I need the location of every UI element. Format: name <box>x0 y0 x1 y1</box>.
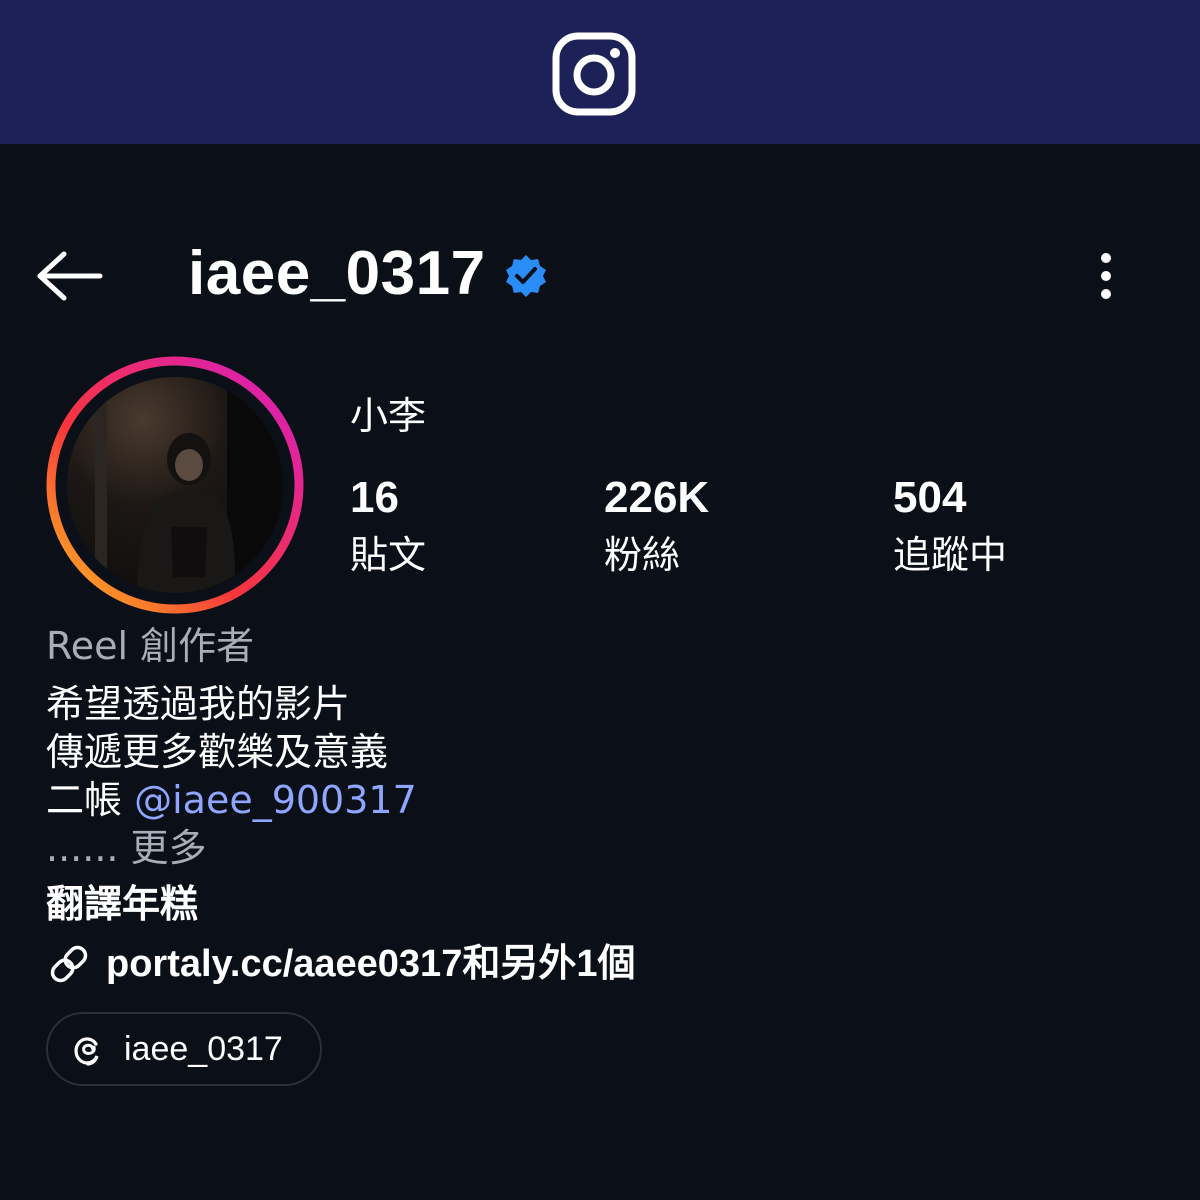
stat-following[interactable]: 504 追蹤中 <box>893 470 1007 584</box>
vertical-dots-icon[interactable] <box>1090 250 1122 302</box>
stat-label: 粉絲 <box>604 533 681 577</box>
display-name: 小李 <box>350 394 427 438</box>
instagram-icon[interactable] <box>552 32 636 116</box>
threads-handle: iaee_0317 <box>124 1030 283 1068</box>
brand-bar <box>0 0 1200 144</box>
stat-label: 追蹤中 <box>893 533 1008 577</box>
avatar[interactable] <box>67 377 283 593</box>
bio-line: 希望透過我的影片 <box>46 682 351 726</box>
threads-profile-button[interactable]: iaee_0317 <box>46 1012 322 1086</box>
stat-value: 504 <box>893 473 967 522</box>
bio-line: 傳遞更多歡樂及意義 <box>46 730 389 774</box>
stat-value: 16 <box>350 473 399 522</box>
stat-label: 貼文 <box>350 533 427 577</box>
profile-photo <box>67 377 283 593</box>
stat-posts[interactable]: 16 貼文 <box>350 470 426 584</box>
stat-value: 226K <box>604 473 710 522</box>
profile-username: iaee_0317 <box>188 239 486 308</box>
translate-bio-link[interactable]: 翻譯年糕 <box>46 878 198 930</box>
profile-bio: 希望透過我的影片 傳遞更多歡樂及意義 二帳 @iaee_900317 .....… <box>46 680 417 872</box>
bio-more-link[interactable]: ...... 更多 <box>46 824 417 872</box>
arrow-left-icon[interactable] <box>36 250 104 302</box>
threads-icon <box>74 1037 99 1066</box>
profile-category: Reel 創作者 <box>46 624 255 668</box>
external-link-text[interactable]: portaly.cc/aaee0317和另外1個 <box>106 936 635 992</box>
link-icon <box>50 945 88 983</box>
bio-line-second-account: 二帳 @iaee_900317 <box>46 776 417 824</box>
second-account-mention-link[interactable]: @iaee_900317 <box>134 778 417 822</box>
profile-header: iaee_0317 <box>0 210 1200 340</box>
verified-badge-icon <box>506 255 546 297</box>
stat-followers[interactable]: 226K 粉絲 <box>604 470 709 584</box>
second-account-prefix: 二帳 <box>46 778 135 822</box>
